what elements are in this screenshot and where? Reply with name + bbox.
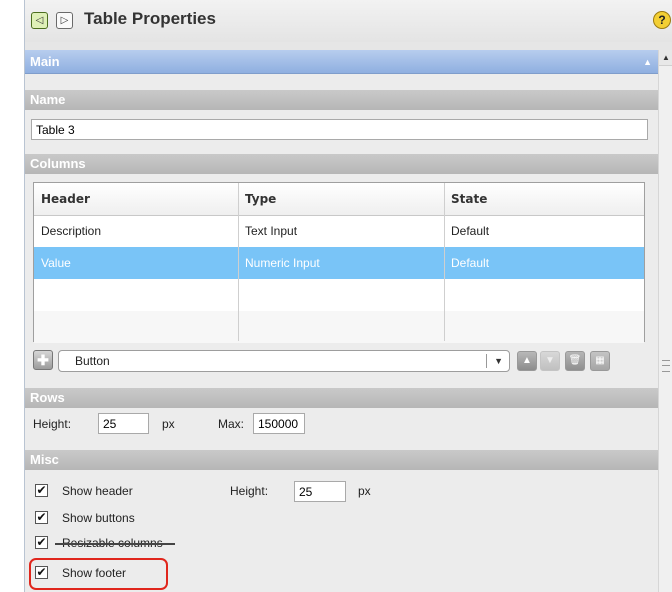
cell-header: Value	[41, 256, 71, 270]
table-name-input[interactable]	[31, 119, 648, 140]
resizable-columns-checkbox[interactable]: ✔	[35, 536, 48, 549]
table-row-selected[interactable]: Value Numeric Input Default	[34, 247, 644, 279]
table-row-empty[interactable]	[34, 311, 644, 343]
forward-icon[interactable]: ▷	[56, 12, 73, 29]
select-divider	[486, 354, 487, 368]
column-header-header[interactable]: Header	[34, 183, 238, 215]
row-height-label: Height:	[33, 417, 72, 431]
columns-toolbar: ✚ Button ▼ ▲ ▼ 🗑 ▦	[33, 350, 647, 374]
column-divider	[238, 183, 239, 341]
help-icon[interactable]: ?	[653, 11, 671, 29]
move-up-button[interactable]: ▲	[517, 351, 537, 371]
title-bar: ◁ ▷ Table Properties ?	[25, 0, 672, 42]
cell-type: Text Input	[245, 224, 298, 238]
row-height-input[interactable]	[98, 413, 149, 434]
show-buttons-label[interactable]: Show buttons	[62, 511, 135, 525]
cell-type: Numeric Input	[245, 256, 320, 270]
show-footer-highlight	[29, 558, 168, 590]
column-header-state[interactable]: State	[444, 183, 644, 215]
max-rows-label: Max:	[218, 417, 245, 431]
name-section-header: Name	[25, 90, 658, 110]
misc-section-header: Misc	[25, 450, 658, 470]
column-divider	[444, 183, 445, 341]
strikethrough-mark	[55, 543, 175, 545]
show-header-checkbox[interactable]: ✔	[35, 484, 48, 497]
move-down-button[interactable]: ▼	[540, 351, 560, 371]
collapse-caret-icon[interactable]: ▲	[643, 50, 652, 74]
header-height-unit: px	[358, 484, 371, 498]
chevron-down-icon[interactable]: ▼	[494, 351, 503, 371]
column-type-select[interactable]: Button ▼	[58, 350, 510, 372]
panel-title: Table Properties	[84, 9, 216, 28]
cell-state: Default	[451, 256, 490, 270]
columns-section-header: Columns	[25, 154, 658, 174]
show-buttons-checkbox[interactable]: ✔	[35, 511, 48, 524]
show-header-label[interactable]: Show header	[62, 484, 133, 498]
add-column-button[interactable]: ✚	[33, 350, 53, 370]
delete-column-button[interactable]: 🗑	[565, 351, 585, 371]
scroll-grip-icon[interactable]	[662, 360, 670, 372]
columns-table-header: Header Type State	[34, 183, 644, 216]
main-section-header[interactable]: Main ▲	[25, 50, 658, 74]
max-rows-input[interactable]	[253, 413, 305, 434]
vertical-scrollbar[interactable]: ▲	[658, 50, 672, 592]
header-height-input[interactable]	[294, 481, 346, 502]
columns-table: Header Type State Description Text Input…	[33, 182, 645, 343]
column-header-type[interactable]: Type	[238, 183, 444, 215]
properties-content: Main ▲ Name Columns Header Type State De…	[25, 50, 658, 592]
rows-section-header: Rows	[25, 388, 658, 408]
header-height-label: Height:	[230, 484, 269, 498]
table-row[interactable]: Description Text Input Default	[34, 215, 644, 247]
scroll-up-icon[interactable]: ▲	[659, 50, 672, 66]
cell-header: Description	[41, 224, 102, 238]
row-height-unit: px	[162, 417, 175, 431]
cell-state: Default	[451, 224, 490, 238]
column-type-value: Button	[75, 354, 110, 368]
table-row-empty[interactable]	[34, 279, 644, 311]
table-properties-panel: ◁ ▷ Table Properties ? Main ▲ Name Colum…	[24, 0, 672, 592]
back-icon[interactable]: ◁	[31, 12, 48, 29]
column-details-button[interactable]: ▦	[590, 351, 610, 371]
main-section-label: Main	[30, 54, 60, 69]
